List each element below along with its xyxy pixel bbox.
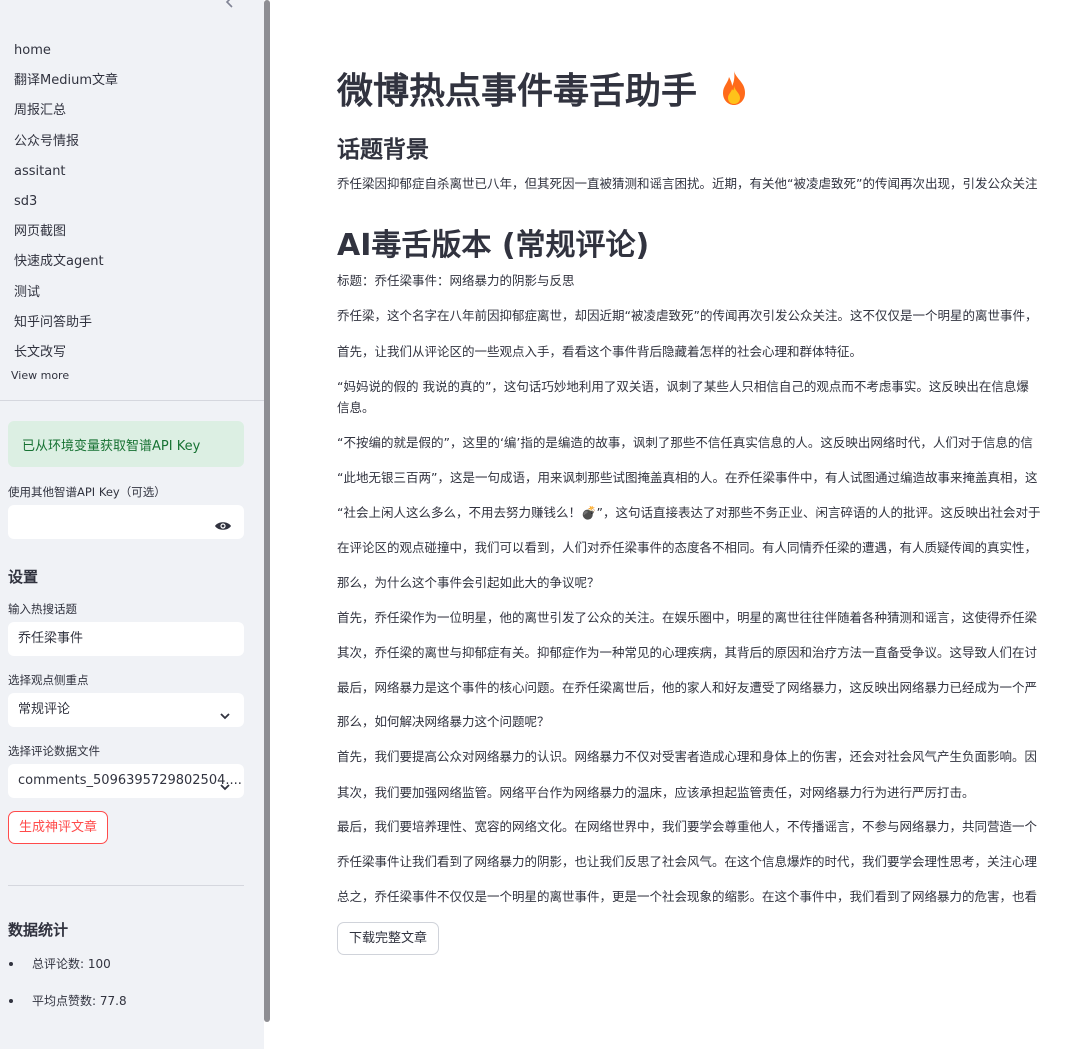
article-paragraph: 首先，乔任梁作为一位明星，他的离世引发了公众的关注。在娱乐圈中，明星的离世往往伴… (337, 610, 1038, 625)
article-paragraph: 最后，网络暴力是这个事件的核心问题。在乔任梁离世后，他的家人和好友遭受了网络暴力… (337, 680, 1038, 695)
generate-article-button[interactable]: 生成神评文章 (8, 811, 109, 844)
list-item: 平均点赞数: 77.8 (8, 992, 248, 1029)
success-message: 已从环境变量获取智谱API Key (22, 439, 201, 454)
focus-label: 选择观点侧重点 (8, 673, 89, 687)
sidebar-divider (0, 400, 264, 401)
file-label: 选择评论数据文件 (8, 744, 100, 758)
background-heading: 话题背景 (337, 137, 429, 163)
flame-icon (718, 69, 750, 107)
stat-total-comments: 总评论数: 100 (32, 957, 111, 971)
main-content: 微博热点事件毒舌助手 话题背景 乔任梁因抑郁症自杀离世已八年，但其死因一直被猜测… (270, 0, 1080, 1049)
sidebar-divider (8, 885, 244, 886)
sidebar-item-home[interactable]: home (14, 38, 250, 68)
api-key-input[interactable] (8, 505, 244, 539)
background-text: 乔任梁因抑郁症自杀离世已八年，但其死因一直被猜测和谣言困扰。近期，有关他“被凌虐… (337, 176, 1038, 191)
article-paragraph: 最后，我们要培养理性、宽容的网络文化。在网络世界中，我们要学会尊重他人，不传播谣… (337, 819, 1038, 834)
article-title: 标题：乔任梁事件：网络暴力的阴影与反思 (337, 273, 575, 288)
focus-value: 常规评论 (18, 702, 71, 717)
file-value: comments_5096395729802504.... (18, 773, 242, 788)
stats-list: 总评论数: 100 平均点赞数: 77.8 (8, 955, 248, 1029)
topic-input[interactable]: 乔任梁事件 (8, 622, 244, 656)
article-paragraph: 那么，为什么这个事件会引起如此大的争议呢？ (337, 575, 600, 590)
sidebar-item-long-rewrite[interactable]: 长文改写 (14, 340, 250, 370)
file-select[interactable]: comments_5096395729802504.... (8, 764, 244, 798)
article-paragraph: “妈妈说的假的 我说的真的”，这句话巧妙地利用了双关语，讽刺了某些人只相信自己的… (337, 379, 1029, 394)
sidebar: home 翻译Medium文章 周报汇总 公众号情报 assitant sd3 … (0, 0, 264, 1049)
sidebar-item-quick-article-agent[interactable]: 快速成文agent (14, 249, 250, 279)
api-key-success-alert: 已从环境变量获取智谱API Key (8, 421, 244, 467)
article-paragraph: “社会上闲人这么多么，不用去努力赚钱么！💣”，这句话直接表达了对那些不务正业、闲… (337, 505, 1041, 520)
chevron-left-icon[interactable] (222, 0, 238, 10)
chevron-down-icon[interactable] (218, 774, 232, 791)
stat-average-likes: 平均点赞数: 77.8 (32, 994, 127, 1008)
stats-heading: 数据统计 (8, 921, 69, 939)
bullet (9, 999, 13, 1003)
sidebar-item-zhihu-assistant[interactable]: 知乎问答助手 (14, 310, 250, 340)
sidebar-item-assistant[interactable]: assitant (14, 159, 250, 189)
sidebar-item-sd3[interactable]: sd3 (14, 189, 250, 219)
article-paragraph: 那么，如何解决网络暴力这个问题呢？ (337, 714, 550, 729)
article-paragraph: 其次，乔任梁的离世与抑郁症有关。抑郁症作为一种常见的心理疾病，其背后的原因和治疗… (337, 645, 1038, 660)
topic-label: 输入热搜话题 (8, 602, 77, 616)
api-key-label: 使用其他智谱API Key（可选） (8, 485, 166, 499)
article-paragraph: “此地无银三百两”，这是一句成语，用来讽刺那些试图掩盖真相的人。在乔任梁事件中，… (337, 470, 1038, 485)
article-paragraph: “不按编的就是假的”，这里的‘编’指的是编造的故事，讽刺了那些不信任真实信息的人… (337, 435, 1033, 450)
article-paragraph: 首先，让我们从评论区的一些观点入手，看看这个事件背后隐藏着怎样的社会心理和群体特… (337, 344, 863, 359)
sidebar-item-weekly-summary[interactable]: 周报汇总 (14, 98, 250, 128)
sidebar-nav: home 翻译Medium文章 周报汇总 公众号情报 assitant sd3 … (14, 38, 250, 370)
article-paragraph: 其次，我们要加强网络监管。网络平台作为网络暴力的温床，应该承担起监管责任，对网络… (337, 785, 975, 800)
focus-select[interactable]: 常规评论 (8, 693, 244, 727)
view-more-link[interactable]: View more (11, 369, 69, 382)
article-paragraph: 在评论区的观点碰撞中，我们可以看到，人们对乔任梁事件的态度各不相同。有人同情乔任… (337, 540, 1038, 555)
list-item: 总评论数: 100 (8, 955, 248, 992)
article-paragraph: 乔任梁，这个名字在八年前因抑郁症离世，却因近期“被凌虐致死”的传闻再次引发公众关… (337, 308, 1038, 323)
page-title: 微博热点事件毒舌助手 (337, 62, 750, 114)
eye-icon[interactable] (214, 514, 232, 530)
app-window: home 翻译Medium文章 周报汇总 公众号情报 assitant sd3 … (0, 0, 1080, 1049)
page-title-text: 微博热点事件毒舌助手 (337, 71, 698, 112)
chevron-down-icon[interactable] (218, 703, 232, 720)
article-paragraph: 首先，我们要提高公众对网络暴力的认识。网络暴力不仅对受害者造成心理和身体上的伤害… (337, 749, 1038, 764)
sidebar-item-wechat-intel[interactable]: 公众号情报 (14, 129, 250, 159)
bullet (9, 962, 13, 966)
article-paragraph: 总之，乔任梁事件不仅仅是一个明星的离世事件，更是一个社会现象的缩影。在这个事件中… (337, 889, 1038, 904)
sidebar-item-translate-medium[interactable]: 翻译Medium文章 (14, 68, 250, 98)
sidebar-item-screenshot[interactable]: 网页截图 (14, 219, 250, 249)
settings-heading: 设置 (8, 568, 39, 586)
version-heading: AI毒舌版本 (常规评论) (337, 228, 650, 263)
sidebar-item-test[interactable]: 测试 (14, 280, 250, 310)
download-article-button[interactable]: 下载完整文章 (337, 922, 440, 955)
article-paragraph: 乔任梁事件让我们看到了网络暴力的阴影，也让我们反思了社会风气。在这个信息爆炸的时… (337, 854, 1038, 869)
article-paragraph-continuation: 信息。 (337, 400, 375, 415)
topic-value: 乔任梁事件 (18, 631, 84, 646)
